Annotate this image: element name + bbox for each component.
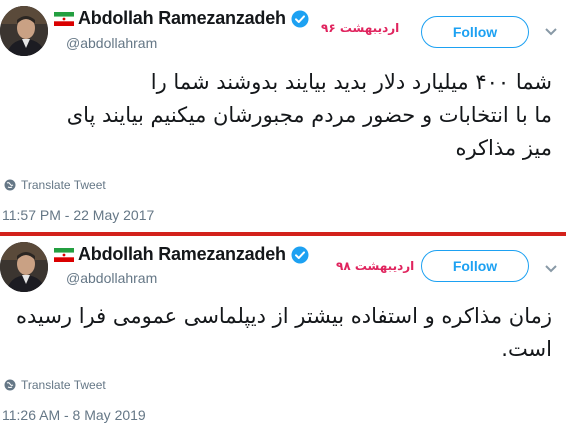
author-display-name[interactable]: Abdollah Ramezanzadeh <box>78 8 286 29</box>
translate-tweet-link[interactable]: Translate Tweet <box>4 178 106 192</box>
author-handle[interactable]: @abdollahram <box>66 35 157 51</box>
translate-tweet-link[interactable]: Translate Tweet <box>4 378 106 392</box>
follow-button[interactable]: Follow <box>421 250 529 282</box>
author-name-row[interactable]: Abdollah Ramezanzadeh <box>54 8 309 29</box>
follow-button[interactable]: Follow <box>421 16 529 48</box>
tweet-card: Abdollah Ramezanzadeh @abdollahram اردیب… <box>0 236 566 431</box>
tweet-text-line: شما ۴۰۰ میلیارد دلار بدید بیایند بدوشند … <box>150 70 552 94</box>
iran-flag-icon <box>54 11 74 26</box>
iran-flag-icon <box>54 247 74 262</box>
globe-icon <box>4 179 16 191</box>
globe-icon <box>4 379 16 391</box>
verified-badge-icon <box>291 10 309 28</box>
tweet-timestamp[interactable]: 11:26 AM - 8 May 2019 <box>2 407 146 423</box>
avatar[interactable] <box>0 6 48 56</box>
author-handle[interactable]: @abdollahram <box>66 270 157 286</box>
tweet-card: Abdollah Ramezanzadeh @abdollahram اردیب… <box>0 0 566 232</box>
date-annotation: اردیبهشت ۹۶ <box>321 21 400 35</box>
verified-badge-icon <box>291 246 309 264</box>
translate-tweet-label[interactable]: Translate Tweet <box>21 178 106 192</box>
chevron-down-icon[interactable] <box>544 27 558 37</box>
tweet-text-line: زمان مذاکره و استفاده بیشتر از دیپلماسی … <box>15 304 552 328</box>
tweet-text-line: است. <box>501 337 552 361</box>
translate-tweet-label[interactable]: Translate Tweet <box>21 378 106 392</box>
author-name-row[interactable]: Abdollah Ramezanzadeh <box>54 244 309 265</box>
tweet-text-line: ما با انتخابات و حضور مردم مجبورشان میکن… <box>66 103 552 127</box>
author-display-name[interactable]: Abdollah Ramezanzadeh <box>78 244 286 265</box>
tweet-text: زمان مذاکره و استفاده بیشتر از دیپلماسی … <box>16 300 552 366</box>
date-annotation: اردیبهشت ۹۸ <box>336 259 415 273</box>
tweet-text-line: میز مذاکره <box>455 136 552 160</box>
tweet-timestamp[interactable]: 11:57 PM - 22 May 2017 <box>2 207 154 223</box>
avatar[interactable] <box>0 242 48 292</box>
tweet-text: شما ۴۰۰ میلیارد دلار بدید بیایند بدوشند … <box>67 66 552 165</box>
chevron-down-icon[interactable] <box>544 264 558 274</box>
